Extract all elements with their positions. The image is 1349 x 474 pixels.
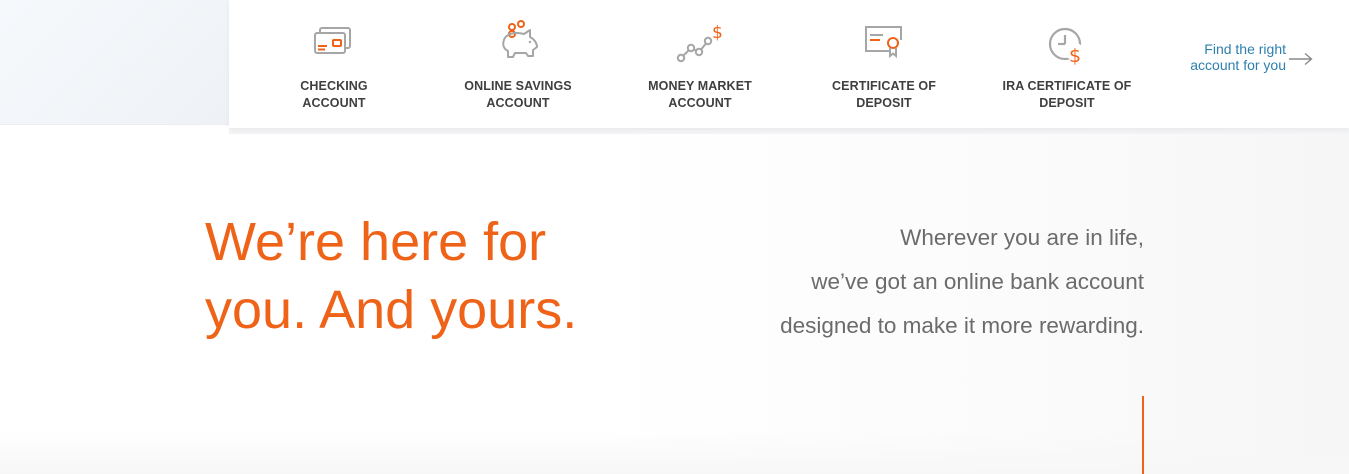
svg-text:$: $ [712,23,723,43]
clock-dollar-icon: $ [1048,27,1084,67]
nav-item-money-market[interactable]: $ MONEY MARKET ACCOUNT [615,18,785,112]
nav-label-money-market: MONEY MARKET ACCOUNT [648,79,752,110]
hero-subtext-line3: designed to make it more rewarding. [780,313,1144,338]
certificate-icon [865,26,902,59]
scroll-indicator-line [1142,396,1144,474]
hero-headline-line1: We’re here for [205,212,547,272]
arrow-right-icon [1289,52,1313,66]
hero-subtext-line1: Wherever you are in life, [900,225,1144,250]
nav-label-ira-certificate: IRA CERTIFICATE OF DEPOSIT [1002,79,1132,110]
nav-item-online-savings[interactable]: ONLINE SAVINGS ACCOUNT [433,18,603,112]
nav-item-certificate-of-deposit[interactable]: CERTIFICATE OF DEPOSIT [799,18,969,112]
svg-text:$: $ [1069,45,1081,67]
hero-headline: We’re here for you. And yours. [205,208,625,344]
nav-item-checking-account[interactable]: CHECKING ACCOUNT [249,18,419,112]
top-left-background [0,0,229,125]
hero-headline-line2: you. And yours. [205,280,578,340]
find-link-line1: Find the right [1204,41,1286,57]
hero-subtext: Wherever you are in life, we’ve got an o… [650,216,1144,348]
bottom-fade [0,430,1349,474]
nav-item-ira-certificate[interactable]: $ IRA CERTIFICATE OF DEPOSIT [982,18,1152,112]
find-link-line2: account for you [1190,57,1286,73]
piggy-bank-icon [502,20,538,58]
checking-card-icon [314,27,351,54]
nav-label-online-savings: ONLINE SAVINGS ACCOUNT [464,79,572,110]
find-link-text: Find the right account for you [1170,41,1286,73]
hero-subtext-line2: we’ve got an online bank account [811,269,1144,294]
nav-label-certificate-of-deposit: CERTIFICATE OF DEPOSIT [832,79,936,110]
market-trend-icon: $ [676,23,723,63]
nav-label-checking: CHECKING ACCOUNT [300,79,368,110]
account-type-nav: CHECKING ACCOUNT ONLINE SAVINGS ACCOUNT … [229,0,1349,128]
find-right-account-link[interactable]: Find the right account for you [1170,41,1320,81]
